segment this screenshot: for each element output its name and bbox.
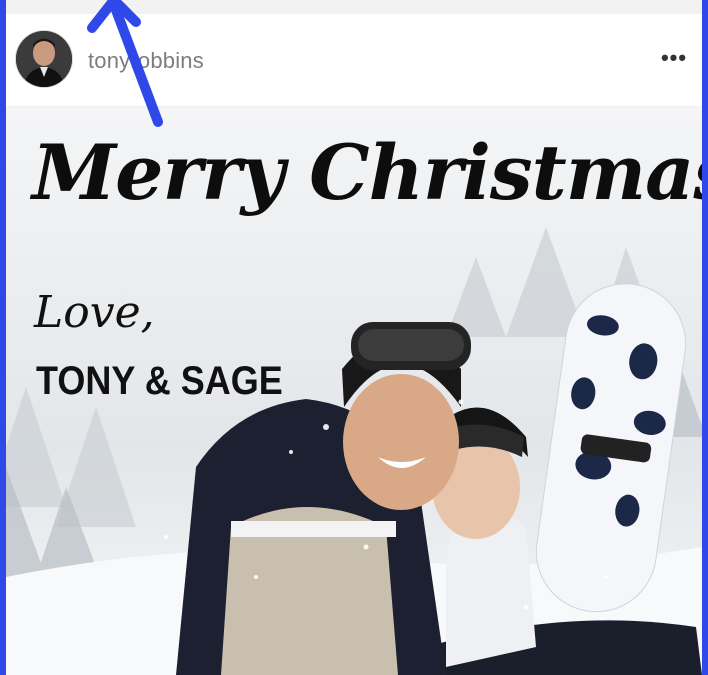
love-text: Love, [34,287,155,338]
post-photo[interactable]: Merry Christmas Love, TONY & SAGE [6,107,702,675]
names-text: TONY & SAGE [36,359,283,403]
annotation-arrow-icon [87,0,163,127]
more-options-button[interactable]: ••• [656,44,692,72]
avatar-image [16,31,72,87]
headline-text: Merry Christmas [32,128,702,217]
avatar[interactable] [16,31,72,87]
more-horizontal-icon: ••• [660,45,688,70]
